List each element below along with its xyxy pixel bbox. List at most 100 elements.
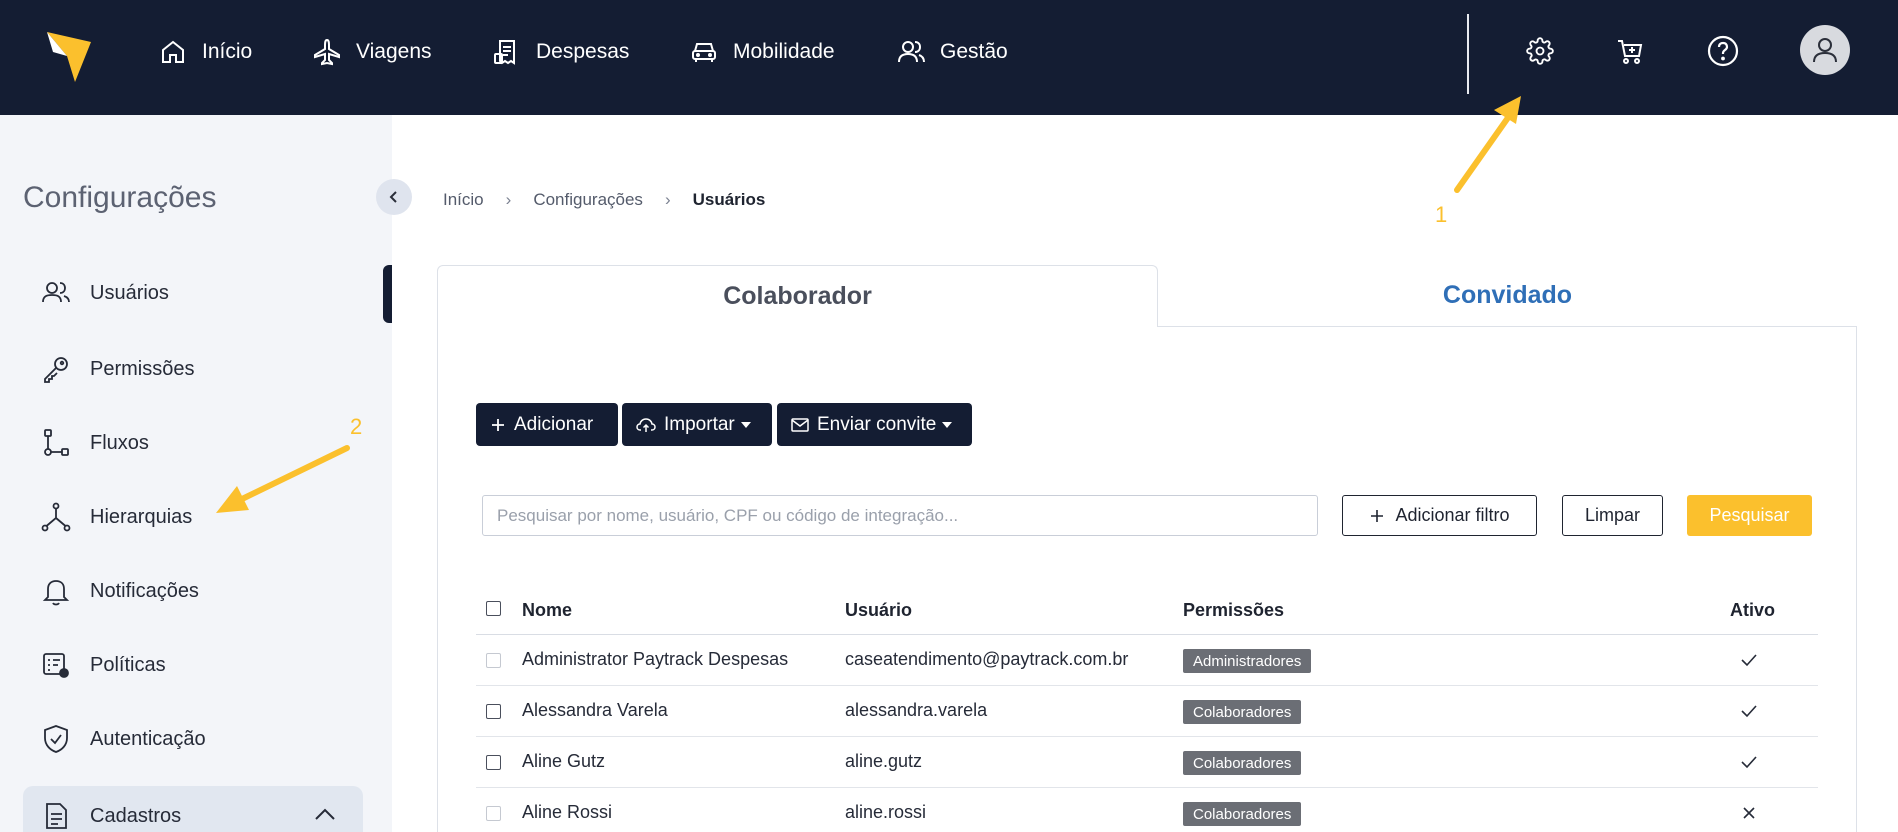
table-row[interactable]: Administrator Paytrack Despesas caseaten… <box>476 635 1818 686</box>
sidebar-group-cadastros[interactable]: Cadastros <box>23 786 363 832</box>
sidebar-item-autenticacao[interactable]: Autenticação <box>40 719 206 759</box>
sidebar-item-notificacoes[interactable]: Notificações <box>40 571 199 611</box>
sidebar-item-label: Hierarquias <box>90 505 193 528</box>
cart-button[interactable] <box>1612 33 1648 69</box>
nav-mobilidade-label: Mobilidade <box>733 40 835 63</box>
column-usuario[interactable]: Usuário <box>845 600 912 621</box>
cloud-upload-icon <box>636 417 656 432</box>
airplane-icon <box>314 38 340 66</box>
policy-icon <box>43 653 69 678</box>
nav-viagens-label: Viagens <box>356 40 432 63</box>
sidebar-item-politicas[interactable]: Políticas <box>40 645 166 685</box>
sidebar-item-usuarios[interactable]: Usuários <box>40 273 169 313</box>
tab-colaborador[interactable]: Colaborador <box>437 265 1158 327</box>
flow-icon <box>44 429 69 456</box>
caret-down-icon <box>740 421 751 428</box>
column-permissoes[interactable]: Permissões <box>1183 600 1284 621</box>
sidebar-item-permissoes[interactable]: Permissões <box>40 349 194 389</box>
collapse-sidebar-button[interactable] <box>376 179 412 215</box>
nav-despesas[interactable]: Despesas <box>492 36 629 68</box>
permission-badge: Colaboradores <box>1183 700 1302 724</box>
user-login: caseatendimento@paytrack.com.br <box>845 649 1129 669</box>
nav-inicio-label: Início <box>202 40 253 63</box>
sidebar-item-label: Notificações <box>90 579 199 602</box>
import-button-label: Importar <box>664 413 735 435</box>
column-nome[interactable]: Nome <box>522 600 572 621</box>
plus-icon <box>492 418 504 431</box>
row-checkbox <box>486 806 501 821</box>
sidebar-item-fluxos[interactable]: Fluxos <box>40 423 149 463</box>
user-name: Aline Gutz <box>522 751 606 771</box>
search-button[interactable]: Pesquisar <box>1687 495 1812 536</box>
sidebar-item-hierarquias[interactable]: Hierarquias <box>40 497 192 537</box>
sidebar-item-cadastros[interactable]: Cadastros <box>40 796 181 832</box>
users-icon <box>42 282 70 303</box>
sidebar-item-label: Fluxos <box>90 431 149 454</box>
active-check-icon <box>1736 698 1762 724</box>
permission-badge: Administradores <box>1183 649 1312 673</box>
breadcrumb-usuarios: Usuários <box>692 190 766 209</box>
breadcrumb-inicio[interactable]: Início <box>443 190 484 210</box>
nav-mobilidade[interactable]: Mobilidade <box>689 36 835 68</box>
active-indicator <box>383 265 392 323</box>
user-login: aline.gutz <box>845 751 923 771</box>
paytrack-logo[interactable] <box>45 26 93 84</box>
table-row[interactable]: Alessandra Varela alessandra.varela Cola… <box>476 686 1818 737</box>
breadcrumb-configuracoes[interactable]: Configurações <box>533 190 643 210</box>
hierarchy-icon <box>41 502 71 532</box>
settings-sidebar: Configurações Usuários Permissões Fluxos… <box>0 115 392 832</box>
key-icon <box>44 357 68 383</box>
permission-badge: Colaboradores <box>1183 802 1302 826</box>
import-button[interactable]: Importar <box>622 403 772 446</box>
sidebar-item-label: Autenticação <box>90 727 206 750</box>
nav-viagens[interactable]: Viagens <box>312 36 432 68</box>
chevron-left-icon <box>389 191 397 203</box>
select-all-checkbox[interactable] <box>486 601 501 616</box>
help-button[interactable] <box>1705 33 1741 69</box>
table-row[interactable]: Aline Rossi aline.rossi Colaboradores <box>476 788 1818 832</box>
user-name: Aline Rossi <box>522 802 613 822</box>
user-avatar[interactable] <box>1800 25 1850 75</box>
settings-button[interactable] <box>1522 33 1558 69</box>
sidebar-item-label: Políticas <box>90 653 166 676</box>
add-button[interactable]: Adicionar <box>476 403 618 446</box>
user-login: alessandra.varela <box>845 700 988 720</box>
nav-despesas-label: Despesas <box>536 40 630 63</box>
receipt-icon <box>494 40 515 65</box>
navbar-divider <box>1467 14 1469 94</box>
table-row[interactable]: Aline Gutz aline.gutz Colaboradores <box>476 737 1818 788</box>
row-checkbox[interactable] <box>486 755 501 770</box>
sidebar-item-label: Permissões <box>90 357 195 380</box>
breadcrumb-separator-icon: › <box>664 190 671 209</box>
send-invite-button[interactable]: Enviar convite <box>777 403 972 446</box>
add-filter-button[interactable]: Adicionar filtro <box>1342 495 1537 536</box>
annotation-step-2: 2 <box>350 414 363 439</box>
active-check-icon <box>1736 749 1762 775</box>
shield-icon <box>44 725 68 753</box>
sidebar-item-label: Usuários <box>90 281 169 304</box>
tab-convidado[interactable]: Convidado <box>1158 265 1857 327</box>
breadcrumb: Início › Configurações › Usuários <box>443 190 765 210</box>
bell-icon <box>42 580 70 606</box>
row-checkbox[interactable] <box>486 704 501 719</box>
avatar-icon <box>1813 38 1837 63</box>
plus-icon <box>1371 509 1384 522</box>
search-input[interactable] <box>482 495 1318 536</box>
cart-plus-icon <box>1618 40 1643 64</box>
nav-gestao[interactable]: Gestão <box>896 36 1008 68</box>
row-checkbox <box>486 653 501 668</box>
users-icon <box>898 41 925 63</box>
car-icon <box>692 43 716 62</box>
column-ativo[interactable]: Ativo <box>1730 600 1775 621</box>
clear-button[interactable]: Limpar <box>1562 495 1663 536</box>
top-navbar: Início Viagens Despesas Mobilidade Gestã… <box>0 0 1898 115</box>
caret-down-icon <box>942 421 953 428</box>
active-check-icon <box>1736 647 1762 673</box>
nav-inicio[interactable]: Início <box>158 36 252 68</box>
chevron-up-icon[interactable] <box>313 806 337 822</box>
help-icon <box>1707 35 1739 67</box>
annotation-step-1: 1 <box>1435 202 1448 227</box>
gear-icon <box>1526 37 1554 65</box>
envelope-icon <box>791 417 809 432</box>
add-button-label: Adicionar <box>514 413 594 435</box>
